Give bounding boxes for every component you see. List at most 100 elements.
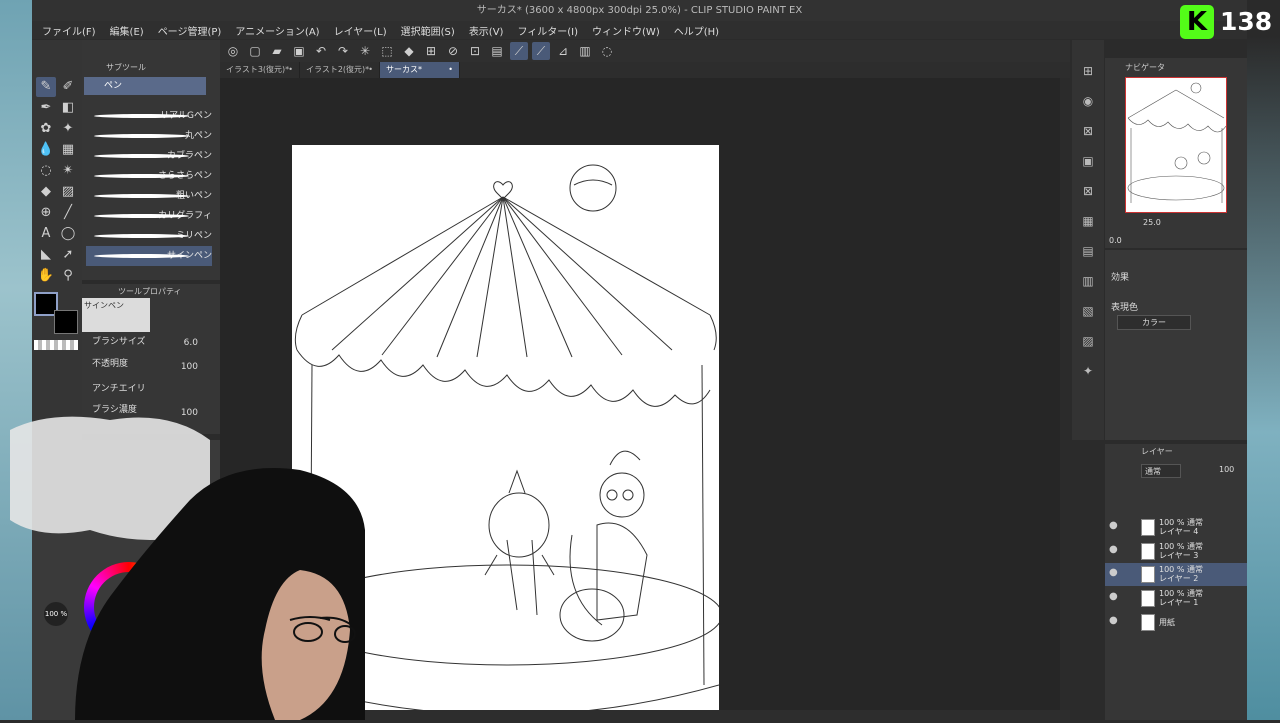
brush-kabura-pen[interactable]: カブラペン <box>86 146 212 166</box>
tool-preview: サインペン <box>82 298 150 332</box>
fill-icon[interactable]: ◆ <box>400 42 418 60</box>
balloon-tool-icon[interactable]: ◯ <box>58 224 78 244</box>
brush-milli-pen[interactable]: ミリペン <box>86 226 212 246</box>
invert-selection-icon[interactable]: ⊡ <box>466 42 484 60</box>
auto-select-icon[interactable]: ✴ <box>58 161 78 181</box>
pencil-tool-icon[interactable]: ✐ <box>58 77 78 97</box>
deselect-icon[interactable]: ⊘ <box>444 42 462 60</box>
antialias-row[interactable]: アンチエイリ <box>92 381 212 397</box>
brush-maru-pen[interactable]: 丸ペン <box>86 126 212 146</box>
eyedropper-tool-icon[interactable]: ⚲ <box>58 266 78 286</box>
antialias-label: アンチエイリ <box>92 384 146 394</box>
snap-ruler-icon[interactable]: ⟋ <box>510 42 528 60</box>
item-bank-icon[interactable]: ⊠ <box>1079 182 1097 200</box>
expression-color-value: カラー <box>1142 318 1166 327</box>
brush-real-g-pen[interactable]: リアルGペン <box>86 106 212 126</box>
gradient-tool-icon[interactable]: ▨ <box>58 182 78 202</box>
eye-icon[interactable]: ● <box>1109 520 1118 531</box>
subtool-group-pen[interactable]: ペン <box>84 77 206 95</box>
timeline-icon[interactable]: ▧ <box>1079 302 1097 320</box>
blend-mode-select[interactable]: 通常 <box>1141 464 1181 478</box>
menu-layer[interactable]: レイヤー(L) <box>334 23 387 38</box>
layer-row-1[interactable]: ● 100 % 通常 レイヤー 1 <box>1105 587 1247 610</box>
transform-icon[interactable]: ⊞ <box>422 42 440 60</box>
panel-toggle-icon[interactable]: ⊞ <box>1079 62 1097 80</box>
navigator-title: ナビゲータ <box>1125 63 1165 72</box>
mask-icon[interactable]: ▤ <box>488 42 506 60</box>
navigator-thumbnail[interactable] <box>1125 77 1227 213</box>
brush-sign-pen[interactable]: サインペン <box>86 246 212 266</box>
clip-studio-icon[interactable]: ◎ <box>224 42 242 60</box>
brush-calligraphy[interactable]: カリグラフィ <box>86 206 212 226</box>
menu-selection[interactable]: 選択範囲(S) <box>401 23 455 38</box>
pen-tool-icon[interactable]: ✎ <box>36 77 56 97</box>
tab-circus[interactable]: サーカス* • <box>380 62 460 78</box>
navigator-angle[interactable]: 0.0 <box>1109 236 1122 245</box>
expression-color-select[interactable]: カラー <box>1117 315 1191 330</box>
menu-window[interactable]: ウィンドウ(W) <box>592 23 660 38</box>
document-tabs: イラスト3(復元)* • イラスト2(復元)* • サーカス* • <box>220 62 1070 78</box>
eye-icon[interactable]: ● <box>1109 544 1118 555</box>
eye-icon[interactable]: ● <box>1109 615 1118 626</box>
menu-filter[interactable]: フィルター(I) <box>517 23 578 38</box>
smartphone-connect-icon[interactable]: ◌ <box>598 42 616 60</box>
menu-edit[interactable]: 編集(E) <box>110 23 144 38</box>
brush-tool-icon[interactable]: ✒ <box>36 98 56 118</box>
navigator-icon[interactable]: ◉ <box>1079 92 1097 110</box>
sub-view-icon[interactable]: ⊠ <box>1079 122 1097 140</box>
layer-row-3[interactable]: ● 100 % 通常 レイヤー 3 <box>1105 540 1247 563</box>
undo-icon[interactable]: ↶ <box>312 42 330 60</box>
lasso-tool-icon[interactable]: ◌ <box>36 161 56 181</box>
tab-illust3[interactable]: イラスト3(復元)* • <box>220 62 300 78</box>
search-layer-icon[interactable]: ▥ <box>1079 272 1097 290</box>
layer-opacity-value[interactable]: 100 <box>1219 465 1234 474</box>
history-icon[interactable]: ▦ <box>1079 212 1097 230</box>
animation-cels-icon[interactable]: ▨ <box>1079 332 1097 350</box>
brush-rough-pen[interactable]: 粗いペン <box>86 186 212 206</box>
magnify-tool-icon[interactable]: ⊕ <box>36 203 56 223</box>
sparkle-tool-icon[interactable]: ✦ <box>58 119 78 139</box>
redo-icon[interactable]: ↷ <box>334 42 352 60</box>
decoration-tool-icon[interactable]: ✿ <box>36 119 56 139</box>
transparent-color-swatch[interactable] <box>34 340 78 350</box>
eraser-tool-icon[interactable]: ◧ <box>58 98 78 118</box>
settings-icon[interactable]: ▥ <box>576 42 594 60</box>
text-tool-icon[interactable]: A <box>36 224 56 244</box>
eye-icon[interactable]: ● <box>1109 591 1118 602</box>
clear-icon[interactable]: ⬚ <box>378 42 396 60</box>
menu-file[interactable]: ファイル(F) <box>42 23 96 38</box>
layer-row-paper[interactable]: ● 用紙 <box>1105 611 1247 634</box>
menu-view[interactable]: 表示(V) <box>469 23 504 38</box>
menu-animation[interactable]: アニメーション(A) <box>235 23 319 38</box>
material-icon[interactable]: ▣ <box>1079 152 1097 170</box>
sub-color-swatch[interactable] <box>54 310 78 334</box>
menu-page[interactable]: ページ管理(P) <box>158 23 222 38</box>
layer-property-icon[interactable]: ▤ <box>1079 242 1097 260</box>
snap-special-ruler-icon[interactable]: ⟋ <box>532 42 550 60</box>
opacity-value[interactable]: 100 <box>181 362 198 372</box>
brush-size-row[interactable]: ブラシサイズ 6.0 <box>92 334 212 350</box>
opacity-row[interactable]: 不透明度 100 <box>92 356 212 372</box>
canvas-scrollbar[interactable] <box>1060 78 1070 710</box>
brush-size-value[interactable]: 6.0 <box>184 338 198 348</box>
fill-tool-icon[interactable]: ◆ <box>36 182 56 202</box>
layer-row-2[interactable]: ● 100 % 通常 レイヤー 2 <box>1105 563 1247 586</box>
tab-illust2[interactable]: イラスト2(復元)* • <box>300 62 380 78</box>
save-icon[interactable]: ▣ <box>290 42 308 60</box>
hand-tool-icon[interactable]: ✋ <box>36 266 56 286</box>
eye-icon[interactable]: ● <box>1109 567 1118 578</box>
menu-help[interactable]: ヘルプ(H) <box>674 23 719 38</box>
person-icon[interactable]: ✦ <box>1079 362 1097 380</box>
operation-tool-icon[interactable]: ➚ <box>58 245 78 265</box>
open-folder-icon[interactable]: ▰ <box>268 42 286 60</box>
grid-tool-icon[interactable]: ▦ <box>58 140 78 160</box>
blend-tool-icon[interactable]: 💧 <box>36 140 56 160</box>
layer-row-4[interactable]: ● 100 % 通常 レイヤー 4 <box>1105 516 1247 539</box>
snap-grid-icon[interactable]: ⊿ <box>554 42 572 60</box>
navigator-zoom[interactable]: 25.0 <box>1143 218 1161 227</box>
ruler-tool-icon[interactable]: ◣ <box>36 245 56 265</box>
loading-icon[interactable]: ✳ <box>356 42 374 60</box>
brush-sarasara-pen[interactable]: さらさらペン <box>86 166 212 186</box>
line-tool-icon[interactable]: ╱ <box>58 203 78 223</box>
new-file-icon[interactable]: ▢ <box>246 42 264 60</box>
